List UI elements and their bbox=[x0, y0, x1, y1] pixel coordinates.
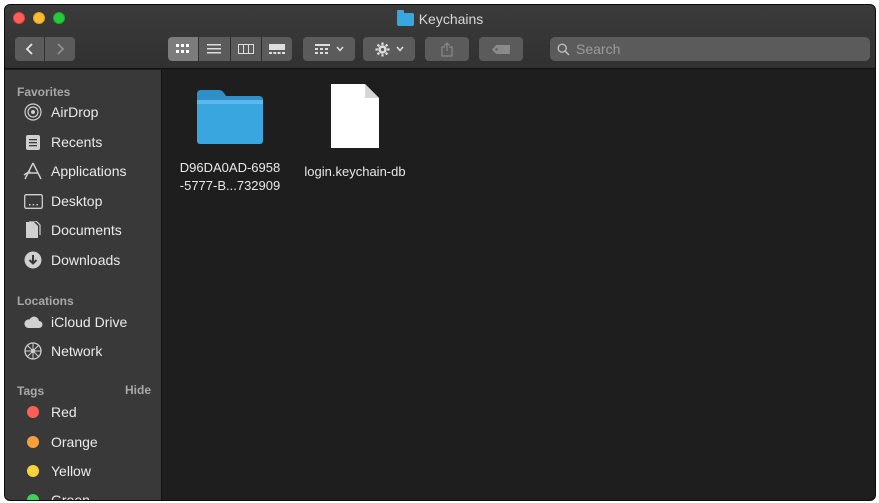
file-name-line: login.keychain-db bbox=[304, 164, 406, 179]
back-button[interactable] bbox=[15, 37, 45, 61]
gallery-view-button[interactable] bbox=[261, 37, 292, 61]
sidebar-item-label: Downloads bbox=[51, 252, 121, 268]
sidebar-item-documents[interactable]: Documents bbox=[23, 218, 122, 242]
tag-color-dot bbox=[27, 436, 39, 448]
chevron-down-icon bbox=[335, 46, 344, 52]
group-by-icon bbox=[314, 44, 330, 54]
gear-icon bbox=[374, 41, 390, 57]
file-item-document[interactable]: login.keychain-db bbox=[295, 82, 415, 181]
list-view-icon bbox=[207, 44, 222, 54]
airdrop-icon bbox=[23, 102, 43, 122]
tag-color-dot bbox=[27, 465, 39, 477]
file-browser-content: D96DA0AD-6958 -5777-B...732909 login.key… bbox=[163, 70, 875, 500]
favorites-heading: Favorites bbox=[17, 85, 71, 99]
search-field[interactable] bbox=[550, 37, 870, 61]
view-mode-group bbox=[168, 37, 292, 61]
file-item-folder[interactable]: D96DA0AD-6958 -5777-B...732909 bbox=[170, 86, 290, 195]
sidebar-item-tag-yellow[interactable]: Yellow bbox=[23, 459, 91, 483]
sidebar-item-desktop[interactable]: Desktop bbox=[23, 189, 102, 213]
locations-heading: Locations bbox=[17, 294, 74, 308]
file-name-line: -5777-B...732909 bbox=[179, 178, 281, 193]
action-menu-button[interactable] bbox=[363, 37, 415, 61]
cloud-icon bbox=[23, 312, 43, 332]
sidebar-item-label: Yellow bbox=[51, 463, 91, 479]
window-title-text: Keychains bbox=[418, 11, 484, 27]
chevron-right-icon bbox=[57, 43, 65, 55]
icon-view-button[interactable] bbox=[168, 37, 200, 61]
folder-icon bbox=[396, 9, 414, 26]
sidebar-item-label: Network bbox=[51, 343, 103, 359]
icon-view-icon bbox=[176, 44, 190, 53]
tag-color-dot bbox=[27, 406, 39, 418]
file-name-line: D96DA0AD-6958 bbox=[179, 160, 281, 175]
document-icon bbox=[331, 84, 379, 148]
titlebar: Keychains bbox=[5, 5, 875, 69]
chevron-down-icon bbox=[395, 46, 404, 52]
finder-window: Keychains Search Favorites AirDrop Recen… bbox=[4, 4, 876, 501]
list-view-button[interactable] bbox=[199, 37, 231, 61]
sidebar-item-icloud-drive[interactable]: iCloud Drive bbox=[23, 310, 127, 334]
desktop-icon bbox=[23, 191, 43, 211]
network-icon bbox=[23, 341, 43, 361]
gallery-view-icon bbox=[268, 44, 285, 54]
file-name: login.keychain-db bbox=[295, 163, 415, 181]
documents-icon bbox=[23, 220, 43, 240]
folder-icon bbox=[197, 90, 263, 144]
forward-button[interactable] bbox=[45, 37, 75, 61]
sidebar-item-label: Applications bbox=[51, 163, 127, 179]
recents-icon bbox=[23, 132, 43, 152]
tags-hide-toggle[interactable]: Hide bbox=[125, 383, 151, 397]
sidebar-item-downloads[interactable]: Downloads bbox=[23, 248, 120, 272]
sidebar: Favorites AirDrop Recents Applications D… bbox=[5, 70, 162, 501]
search-input[interactable] bbox=[576, 41, 856, 57]
downloads-icon bbox=[23, 250, 43, 270]
sidebar-item-recents[interactable]: Recents bbox=[23, 130, 102, 154]
column-view-icon bbox=[237, 44, 254, 54]
applications-icon bbox=[23, 161, 43, 181]
sidebar-item-network[interactable]: Network bbox=[23, 339, 102, 363]
sidebar-item-tag-red[interactable]: Red bbox=[23, 400, 77, 424]
share-icon bbox=[441, 41, 453, 57]
group-by-button[interactable] bbox=[303, 37, 355, 61]
sidebar-item-label: Orange bbox=[51, 434, 98, 450]
chevron-left-icon bbox=[25, 43, 33, 55]
column-view-button[interactable] bbox=[230, 37, 262, 61]
window-title: Keychains bbox=[5, 9, 875, 27]
navigation-group bbox=[15, 37, 75, 61]
tags-heading: Tags bbox=[17, 384, 45, 398]
search-icon bbox=[557, 42, 570, 56]
share-button[interactable] bbox=[425, 37, 469, 61]
file-name: D96DA0AD-6958 -5777-B...732909 bbox=[170, 159, 290, 195]
sidebar-item-airdrop[interactable]: AirDrop bbox=[23, 100, 98, 124]
sidebar-item-tag-orange[interactable]: Orange bbox=[23, 430, 98, 454]
sidebar-item-label: Documents bbox=[51, 222, 122, 238]
sidebar-item-label: Green bbox=[51, 492, 90, 501]
tag-icon bbox=[492, 44, 510, 54]
sidebar-item-label: iCloud Drive bbox=[51, 314, 128, 330]
sidebar-item-label: Recents bbox=[51, 134, 103, 150]
sidebar-item-label: Desktop bbox=[51, 193, 103, 209]
sidebar-item-applications[interactable]: Applications bbox=[23, 159, 127, 183]
sidebar-item-label: Red bbox=[51, 404, 77, 420]
tag-color-dot bbox=[27, 494, 39, 500]
sidebar-item-label: AirDrop bbox=[51, 104, 99, 120]
sidebar-item-tag-green[interactable]: Green bbox=[23, 488, 90, 501]
tag-button[interactable] bbox=[479, 37, 523, 61]
